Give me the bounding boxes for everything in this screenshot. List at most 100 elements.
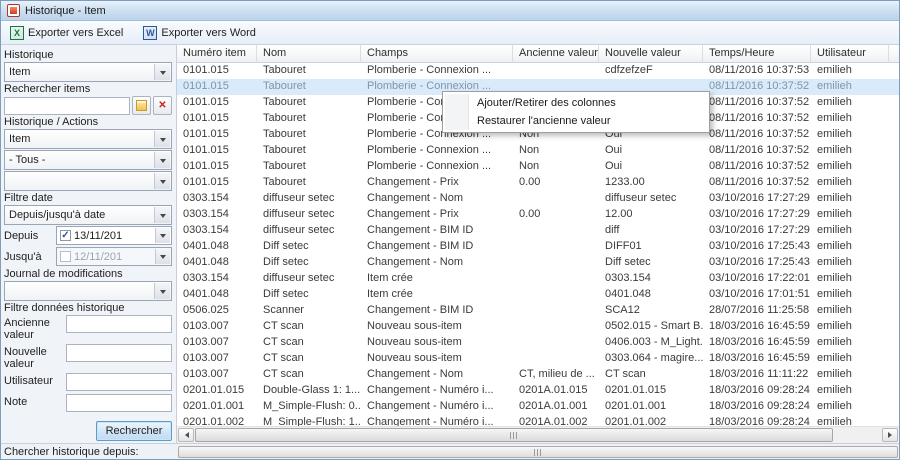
table-cell: 28/07/2016 11:25:58 <box>703 303 811 319</box>
table-row[interactable]: 0201.01.002M_Simple-Flush: 1...Changemen… <box>177 415 899 426</box>
table-row[interactable]: 0506.025ScannerChangement - BIM IDSCA122… <box>177 303 899 319</box>
table-cell: 08/11/2016 10:37:52 <box>703 95 811 111</box>
titlebar[interactable]: Historique - Item <box>1 1 899 21</box>
scrollbar-track[interactable] <box>195 428 881 442</box>
column-header[interactable]: Ancienne valeur <box>513 45 599 63</box>
column-header[interactable]: Champs <box>361 45 513 63</box>
filtre-date-label: Filtre date <box>4 192 172 204</box>
table-cell: 0401.048 <box>177 239 257 255</box>
export-excel-button[interactable]: X Exporter vers Excel <box>5 24 128 42</box>
depuis-datepicker[interactable]: ✓ 13/11/201 <box>56 226 172 245</box>
table-horizontal-scrollbar[interactable] <box>177 426 899 443</box>
table-cell: Tabouret <box>257 63 361 79</box>
table-row[interactable]: 0101.015TabouretPlomberie - Connexion ..… <box>177 159 899 175</box>
table-cell: Double-Glass 1: 1... <box>257 383 361 399</box>
table-cell: Plomberie - Connexion ... <box>361 63 513 79</box>
table-cell: 0103.007 <box>177 335 257 351</box>
table-cell: emilieh <box>811 63 889 79</box>
table-cell: 0103.007 <box>177 351 257 367</box>
window-scrollbar-thumb[interactable] <box>178 446 898 458</box>
scroll-right-button[interactable] <box>882 428 898 442</box>
table-row[interactable]: 0103.007CT scanNouveau sous-item0406.003… <box>177 335 899 351</box>
table-cell: 03/10/2016 17:22:01 <box>703 271 811 287</box>
table-cell: Item crée <box>361 271 513 287</box>
filtre-date-select[interactable]: Depuis/jusqu'à date <box>4 205 172 225</box>
ancienne-valeur-input[interactable] <box>66 315 172 333</box>
nouvelle-valeur-input[interactable] <box>66 344 172 362</box>
actions-select-3[interactable] <box>4 171 172 191</box>
table-cell: 0101.015 <box>177 111 257 127</box>
table-cell <box>513 239 599 255</box>
export-word-button[interactable]: W Exporter vers Word <box>138 24 261 42</box>
table-cell: Tabouret <box>257 175 361 191</box>
table-cell <box>513 351 599 367</box>
app-window: Historique - Item X Exporter vers Excel … <box>0 0 900 460</box>
table-cell: Diff setec <box>257 255 361 271</box>
table-cell: Diff setec <box>599 255 703 271</box>
table-cell: CT scan <box>257 335 361 351</box>
column-header[interactable]: Numéro item <box>177 45 257 63</box>
column-header[interactable]: Nouvelle valeur <box>599 45 703 63</box>
journal-select[interactable] <box>4 281 172 301</box>
table-row[interactable]: 0201.01.001M_Simple-Flush: 0...Changemen… <box>177 399 899 415</box>
jusqua-checkbox[interactable]: ✓ <box>60 251 71 262</box>
column-header[interactable]: Temps/Heure <box>703 45 811 63</box>
table-cell: emilieh <box>811 111 889 127</box>
chevron-down-icon <box>155 249 170 264</box>
arrow-left-icon <box>182 432 189 438</box>
table-row[interactable]: 0101.015TabouretPlomberie - Connexion ..… <box>177 63 899 79</box>
clear-filter-button[interactable]: ✕ <box>153 96 172 115</box>
table-row[interactable]: 0101.015TabouretPlomberie - Connexion ..… <box>177 143 899 159</box>
scroll-left-button[interactable] <box>178 428 194 442</box>
context-menu-item[interactable]: Ajouter/Retirer des colonnes <box>445 94 707 112</box>
window-horizontal-scrollbar[interactable] <box>177 445 899 459</box>
table-row[interactable]: 0103.007CT scanNouveau sous-item0502.015… <box>177 319 899 335</box>
table-row[interactable]: 0101.015TabouretChangement - Prix0.00123… <box>177 175 899 191</box>
table-row[interactable]: 0303.154diffuseur setecChangement - Prix… <box>177 207 899 223</box>
chevron-down-icon <box>154 152 170 168</box>
table-row[interactable]: 0401.048Diff setecChangement - BIM IDDIF… <box>177 239 899 255</box>
actions-select-1[interactable]: Item <box>4 129 172 149</box>
historique-select[interactable]: Item <box>4 62 172 82</box>
actions-select-2[interactable]: - Tous - <box>4 150 172 170</box>
table-row[interactable]: 0303.154diffuseur setecItem crée0303.154… <box>177 271 899 287</box>
table-cell: 0401.048 <box>177 255 257 271</box>
table-header: Numéro itemNomChampsAncienne valeurNouve… <box>177 45 899 63</box>
journal-label: Journal de modifications <box>4 268 172 280</box>
table-row[interactable]: 0303.154diffuseur setecChangement - Nomd… <box>177 191 899 207</box>
table-row[interactable]: 0103.007CT scanNouveau sous-item0303.064… <box>177 351 899 367</box>
rechercher-button[interactable]: Rechercher <box>96 421 172 441</box>
table-cell: emilieh <box>811 319 889 335</box>
table-cell: 08/11/2016 10:37:52 <box>703 127 811 143</box>
utilisateur-label: Utilisateur <box>4 373 66 387</box>
table-row[interactable]: 0103.007CT scanChangement - NomCT, milie… <box>177 367 899 383</box>
depuis-row: Depuis ✓ 13/11/201 <box>4 226 172 245</box>
table-row[interactable]: 0303.154diffuseur setecChangement - BIM … <box>177 223 899 239</box>
table-cell: Diff setec <box>257 239 361 255</box>
column-header[interactable]: Nom <box>257 45 361 63</box>
context-menu-item[interactable]: Restaurer l'ancienne valeur <box>445 112 707 130</box>
nouvelle-valeur-row: Nouvelle valeur <box>4 344 172 370</box>
column-header[interactable]: Utilisateur <box>811 45 889 63</box>
table-cell: 18/03/2016 16:45:59 <box>703 351 811 367</box>
edit-filter-button[interactable] <box>132 96 151 115</box>
jusqua-datepicker[interactable]: ✓ 12/11/201 <box>56 247 172 266</box>
utilisateur-input[interactable] <box>66 373 172 391</box>
scrollbar-thumb[interactable] <box>195 428 833 442</box>
table-cell: 03/10/2016 17:25:43 <box>703 255 811 271</box>
note-input[interactable] <box>66 394 172 412</box>
table-row[interactable]: 0401.048Diff setecItem crée0401.04803/10… <box>177 287 899 303</box>
table-cell <box>513 303 599 319</box>
table-cell: 18/03/2016 11:11:22 <box>703 367 811 383</box>
window-title: Historique - Item <box>25 5 106 17</box>
historique-label: Historique <box>4 49 172 61</box>
depuis-checkbox[interactable]: ✓ <box>60 230 71 241</box>
table-row[interactable]: 0401.048Diff setecChangement - NomDiff s… <box>177 255 899 271</box>
rechercher-items-input[interactable] <box>4 97 130 115</box>
table-cell: CT scan <box>257 351 361 367</box>
table-cell: emilieh <box>811 271 889 287</box>
table-cell: 0303.064 - magire... <box>599 351 703 367</box>
rechercher-items-label: Rechercher items <box>4 83 172 95</box>
table-row[interactable]: 0201.01.015Double-Glass 1: 1...Changemen… <box>177 383 899 399</box>
table-cell: Changement - Nom <box>361 367 513 383</box>
